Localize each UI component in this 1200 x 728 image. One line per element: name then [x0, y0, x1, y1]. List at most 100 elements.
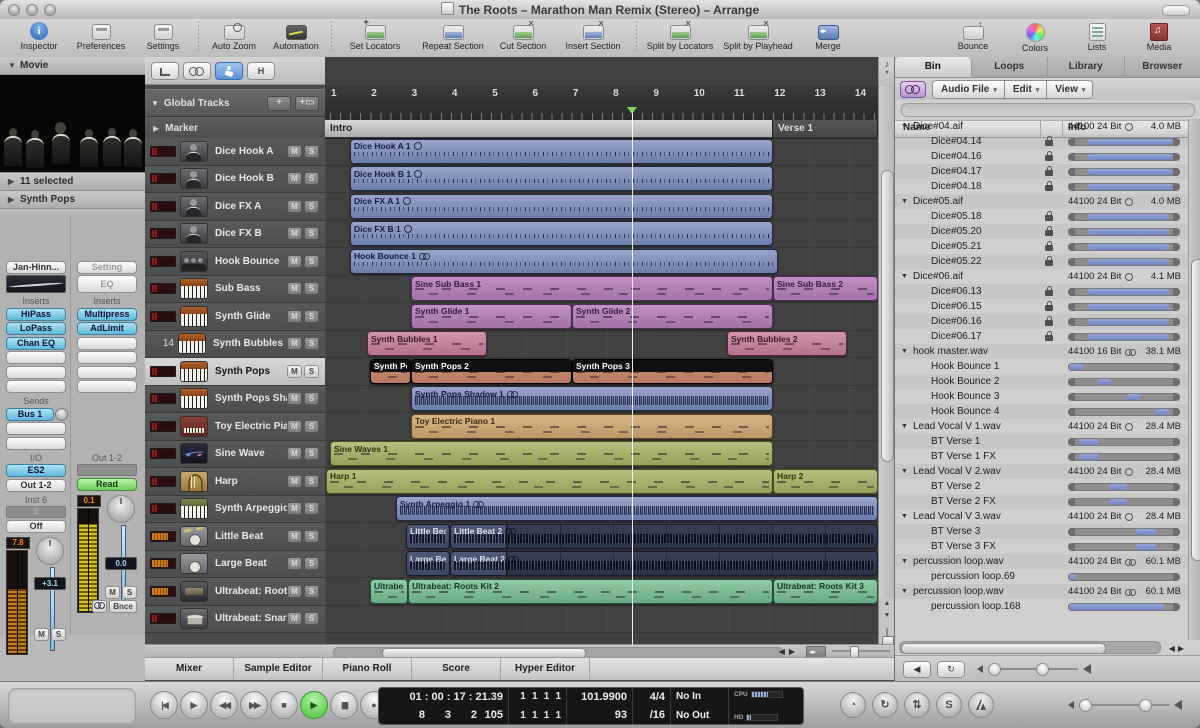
bin-menu-view[interactable]: View [1046, 80, 1093, 99]
send-slot-empty[interactable] [6, 437, 66, 450]
disclosure-triangle-icon[interactable]: ▼ [901, 119, 908, 134]
bin-row-bt-verse-2-fx-25[interactable]: BT Verse 2 FX [895, 494, 1189, 509]
catch-playhead-button[interactable] [215, 62, 243, 80]
track-mute-button[interactable]: M [287, 502, 302, 515]
region-synth-pops-shadow-1[interactable]: Synth Pops Shadow 1 [411, 386, 773, 411]
play-button[interactable]: ▶ [300, 691, 328, 719]
disclosure-triangle-icon[interactable]: ▼ [901, 509, 908, 524]
track-solo-button[interactable]: S [304, 420, 319, 433]
insert-slot-empty[interactable] [77, 337, 137, 350]
mute-button[interactable]: M [34, 628, 49, 641]
playhead-handle[interactable] [627, 107, 637, 114]
bin-menu-audio-file[interactable]: Audio File [932, 80, 1004, 99]
track-solo-button[interactable]: S [304, 227, 319, 240]
bin-row-dice-06-16-13[interactable]: Dice#06.16 [895, 314, 1189, 329]
arrange-scroll-arrows[interactable]: ▲▼ [878, 598, 895, 624]
track-solo-button[interactable]: S [304, 337, 319, 350]
disclosure-triangle-icon[interactable]: ▼ [901, 194, 908, 209]
region-synth-pops-2[interactable]: Synth Pops 2 [411, 359, 572, 384]
bin-row-bt-verse-3-fx-28[interactable]: BT Verse 3 FX [895, 539, 1189, 554]
bin-row-percussion-loop-wav[interactable]: ▼percussion loop.wav44100 24 Bit60.1 MB [895, 584, 1189, 599]
region-dice-hook-a-1[interactable]: Dice Hook A 1 [350, 139, 773, 164]
bin-row-dice-04-14-1[interactable]: Dice#04.14 [895, 134, 1189, 149]
track-mute-button[interactable]: M [287, 530, 302, 543]
bin-row-percussion-loop-69-30[interactable]: percussion loop.69 [895, 569, 1189, 584]
insert-slot-multipress[interactable]: Multipress [77, 308, 137, 321]
insert-slot-empty[interactable] [6, 380, 66, 393]
scrollbar-thumb[interactable] [881, 170, 894, 462]
track-solo-button[interactable]: S [304, 145, 319, 158]
bin-row-dice-06-aif[interactable]: ▼Dice#06.aif44100 24 Bit4.1 MB [895, 269, 1189, 284]
content-link-button[interactable] [183, 62, 211, 80]
global-tracks-header[interactable]: ▼ Global Tracks + +▭ [145, 89, 325, 117]
track-solo-button[interactable]: S [304, 365, 319, 378]
region-sine-waves-1[interactable]: Sine Waves 1 [330, 441, 773, 466]
region-synth-glide-2[interactable]: Synth Glide 2 [572, 304, 773, 329]
cycle-button[interactable]: ↻ [872, 692, 898, 718]
insert-slot-adlimit[interactable]: AdLimit [77, 322, 137, 335]
group-value[interactable]: 2 [6, 506, 66, 518]
track-solo-button[interactable]: S [304, 585, 319, 598]
track-disclosure[interactable]: ▶Synth Pops [0, 191, 145, 209]
movie-thumbnail[interactable] [0, 75, 145, 173]
bar-ruler[interactable]: 1234567891011121314 [325, 86, 878, 121]
region-dice-fx-b-1[interactable]: Dice FX B 1 [350, 221, 773, 246]
bin-row-dice-05-22-9[interactable]: Dice#05.22 [895, 254, 1189, 269]
bin-row-hook-bounce-3-18[interactable]: Hook Bounce 3 [895, 389, 1189, 404]
track-solo-button[interactable]: S [304, 612, 319, 625]
toolbar-merge-button[interactable]: Merge [797, 19, 859, 51]
region-synth-bubbles-2[interactable]: Synth Bubbles 2 [727, 331, 847, 356]
bin-row-dice-05-18-6[interactable]: Dice#05.18 [895, 209, 1189, 224]
track-mute-button[interactable]: M [287, 282, 302, 295]
volume-slider[interactable] [988, 668, 1078, 670]
bin-row-hook-bounce-4-19[interactable]: Hook Bounce 4 [895, 404, 1189, 419]
region-synth-pops-3[interactable]: Synth Pops 3 [572, 359, 773, 384]
bin-row-percussion-loop-168-32[interactable]: percussion loop.168 [895, 599, 1189, 614]
master-volume-slider[interactable] [1079, 704, 1169, 706]
track-solo-button[interactable]: S [304, 200, 319, 213]
disclosure-triangle-icon[interactable]: ▼ [901, 344, 908, 359]
send-slot-bus-1[interactable]: Bus 1 [6, 408, 54, 421]
track-row-synth-pops[interactable]: Synth PopsMS [145, 358, 325, 386]
bin-row-hook-bounce-2-17[interactable]: Hook Bounce 2 [895, 374, 1189, 389]
track-solo-button[interactable]: S [304, 392, 319, 405]
track-row-sine-wave[interactable]: Sine WaveMS [145, 441, 325, 469]
bin-menu-edit[interactable]: Edit [1004, 80, 1046, 99]
bin-info-field[interactable] [901, 103, 1195, 117]
toolbar-auto-zoom-button[interactable]: Auto Zoom [203, 19, 265, 51]
track-row-dice-hook-b[interactable]: Dice Hook BMS [145, 166, 325, 194]
track-mute-button[interactable]: M [287, 585, 302, 598]
track-mute-button[interactable]: M [287, 475, 302, 488]
slider-thumb[interactable] [1139, 699, 1152, 712]
track-mute-button[interactable]: M [287, 447, 302, 460]
track-solo-button[interactable]: S [304, 502, 319, 515]
bin-row-lead-vocal-v-3-wav[interactable]: ▼Lead Vocal V 3.wav44100 24 Bit28.4 MB [895, 509, 1189, 524]
disclosure-triangle-icon[interactable]: ▼ [901, 269, 908, 284]
insert-slot-empty[interactable] [6, 351, 66, 364]
region-synth-bubbles-1[interactable]: Synth Bubbles 1 [367, 331, 487, 356]
automation-mode-button[interactable]: Off [6, 520, 66, 533]
bin-row-percussion-loop-wav[interactable]: ▼percussion loop.wav44100 24 Bit60.1 MB [895, 554, 1189, 569]
bin-row-lead-vocal-v-2-wav[interactable]: ▼Lead Vocal V 2.wav44100 24 Bit28.4 MB [895, 464, 1189, 479]
eq-slot[interactable]: EQ [77, 275, 137, 293]
tab-bin[interactable]: Bin [895, 57, 972, 77]
send-slot-empty[interactable] [6, 422, 66, 435]
track-row-dice-hook-a[interactable]: Dice Hook AMS [145, 138, 325, 166]
toolbar-bounce-button[interactable]: Bounce [942, 19, 1004, 51]
track-solo-button[interactable]: S [304, 557, 319, 570]
marker-verse-1[interactable]: Verse 1 [773, 120, 878, 137]
track-solo-button[interactable]: S [304, 447, 319, 460]
bounce-button[interactable]: Bnce [109, 600, 137, 613]
bin-row-lead-vocal-v-1-wav[interactable]: ▼Lead Vocal V 1.wav44100 24 Bit28.4 MB [895, 419, 1189, 434]
toolbar-set-locators-button[interactable]: Set Locators [336, 19, 414, 51]
hierarchy-button[interactable]: H [247, 62, 275, 80]
bin-row-dice-06-13-11[interactable]: Dice#06.13 [895, 284, 1189, 299]
insert-slot-empty[interactable] [77, 351, 137, 364]
bin-link-button[interactable] [900, 81, 926, 98]
track-solo-button[interactable]: S [304, 310, 319, 323]
track-row-ultrabeat-snare[interactable]: Ultrabeat: SnareMS [145, 606, 325, 634]
rewind-button[interactable]: ◀◀ [210, 691, 238, 719]
track-mute-button[interactable]: M [287, 337, 302, 350]
editor-tab-piano-roll[interactable]: Piano Roll [323, 658, 412, 680]
track-mute-button[interactable]: M [287, 227, 302, 240]
